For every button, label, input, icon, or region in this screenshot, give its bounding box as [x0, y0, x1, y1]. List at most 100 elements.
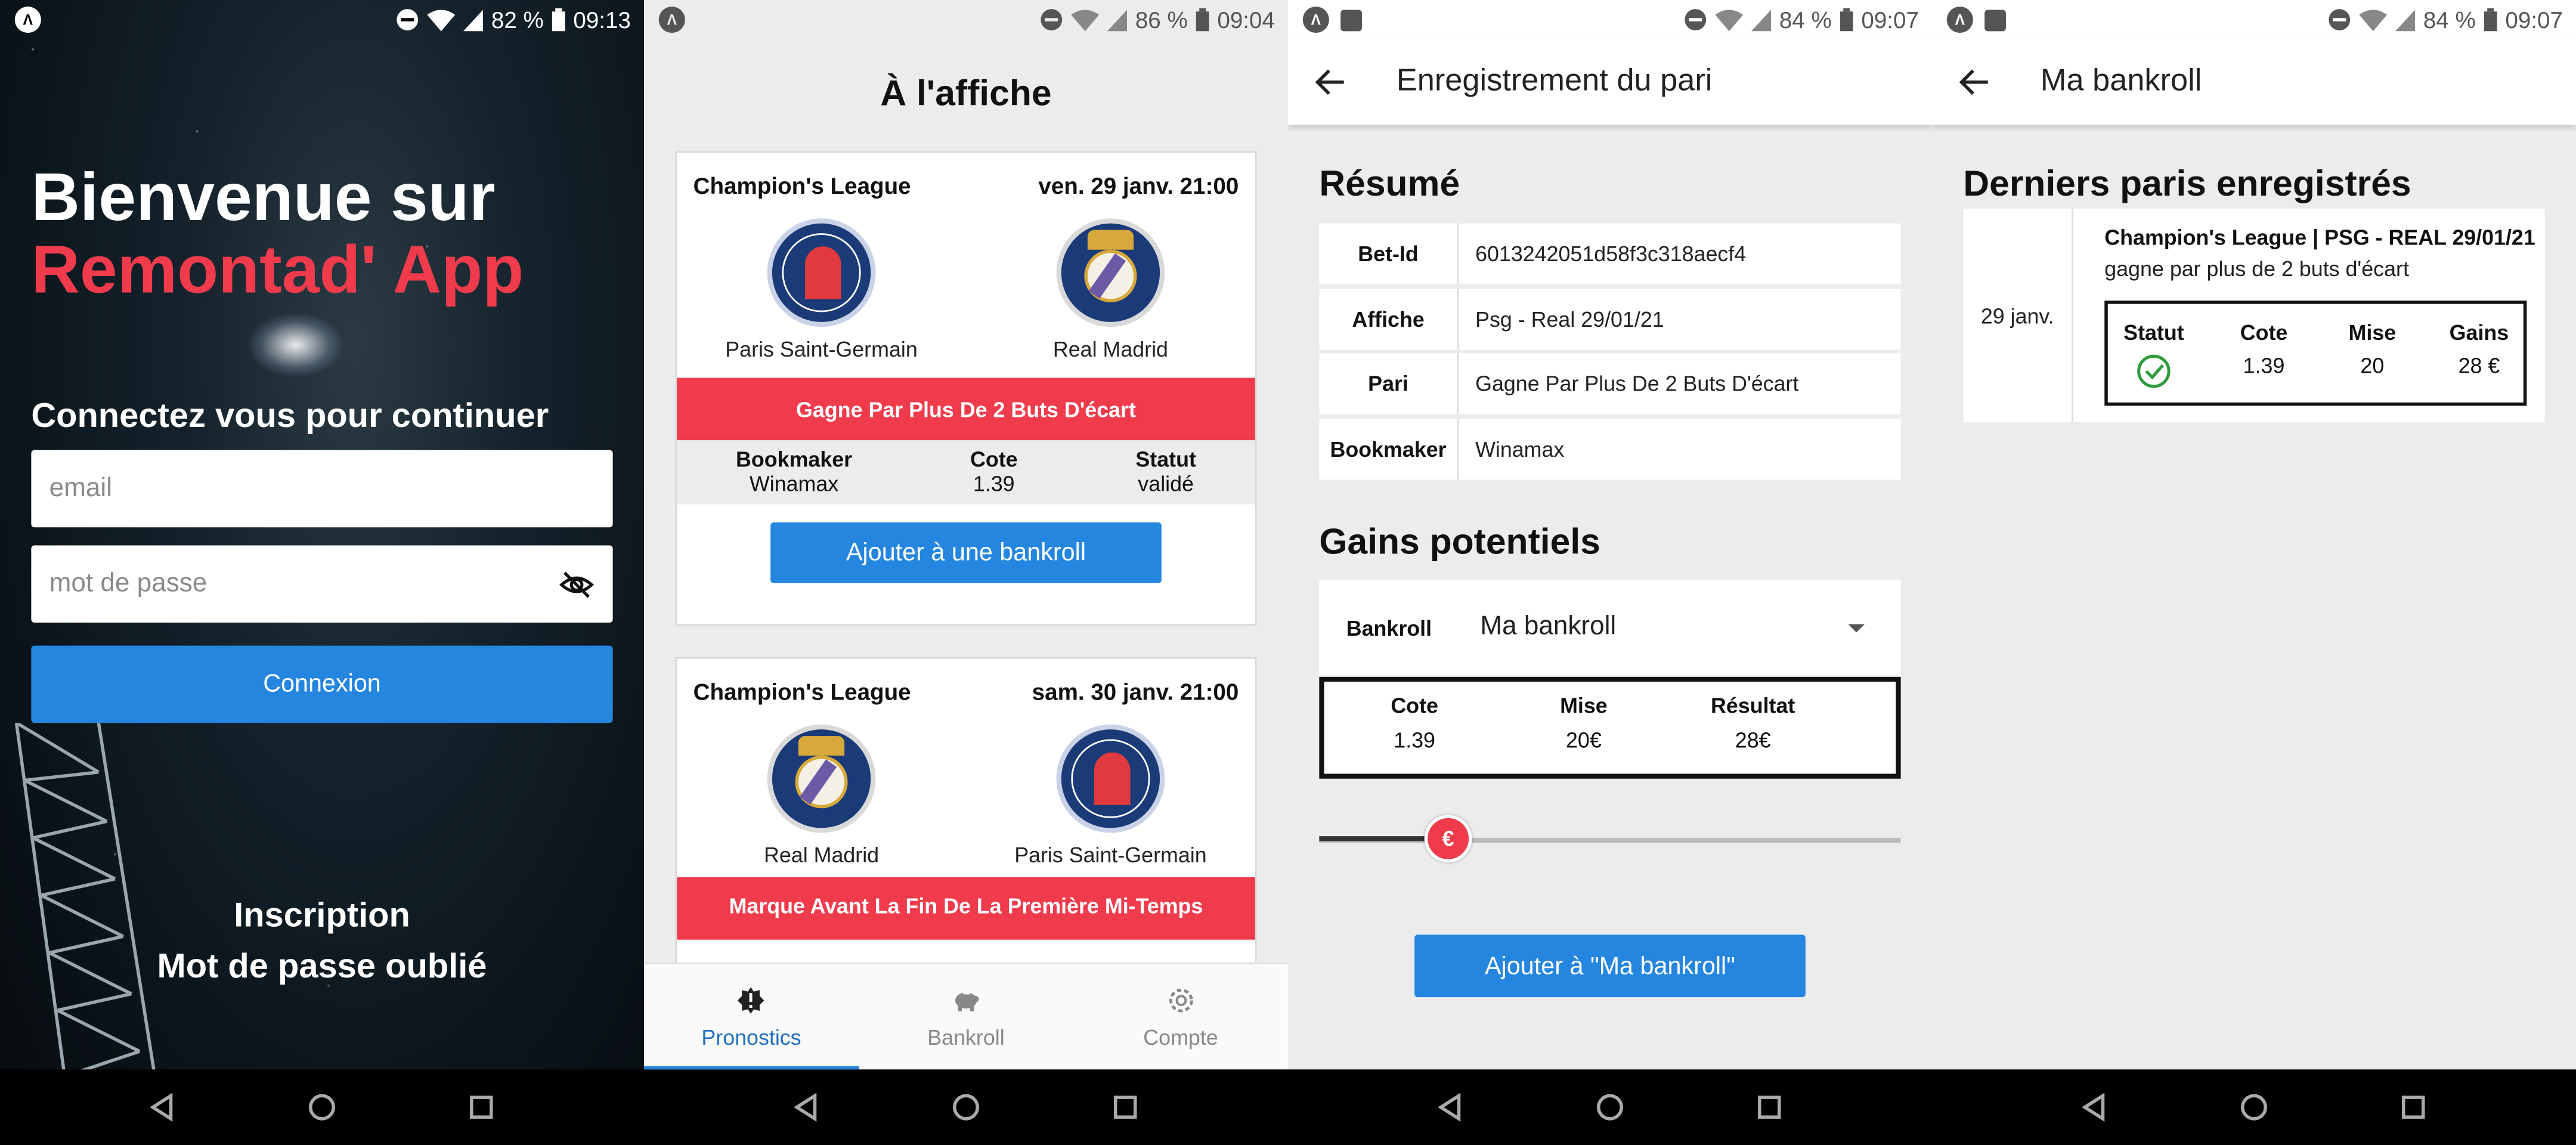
back-nav-icon[interactable]: [2079, 1093, 2109, 1122]
away-team: Paris Saint-Germain: [966, 724, 1255, 868]
status-bar: Λ 84 % 09:07: [1931, 0, 2576, 40]
battery-percent: 84 %: [2423, 7, 2476, 33]
wifi-icon: [1715, 9, 1744, 30]
battery-percent: 86 %: [1135, 7, 1188, 33]
statut-value: validé: [1138, 471, 1194, 496]
match-header: Champion's League ven. 29 janv. 21:00: [677, 153, 1255, 199]
gear-icon: [1169, 988, 1193, 1012]
match-card[interactable]: Champion's League sam. 30 janv. 21:00 Re…: [675, 657, 1257, 970]
cote-label: Cote: [970, 447, 1018, 472]
cote-value: 1.39: [2243, 353, 2285, 378]
password-input[interactable]: mot de passe: [31, 545, 613, 623]
bet-banner: Marque Avant La Fin De La Première Mi-Te…: [677, 877, 1255, 940]
bet-info: Bookmaker Winamax Cote 1.39 Statut validé: [677, 440, 1255, 505]
check-circle-icon: [2137, 354, 2171, 388]
back-arrow-icon[interactable]: [1958, 66, 1991, 98]
match-card[interactable]: Champion's League ven. 29 janv. 21:00 Pa…: [675, 151, 1257, 626]
recents-nav-icon[interactable]: [1755, 1093, 1785, 1122]
recents-nav-icon[interactable]: [2399, 1093, 2429, 1122]
mise-value: 20: [2360, 353, 2385, 378]
stake-slider[interactable]: €: [1319, 815, 1901, 863]
mise-label: Mise: [2348, 320, 2397, 345]
bankroll-select[interactable]: Bankroll Ma bankroll: [1319, 580, 1901, 676]
home-nav-icon[interactable]: [951, 1093, 981, 1122]
row-key: Affiche: [1319, 288, 1459, 349]
team-name: Paris Saint-Germain: [725, 336, 918, 362]
row-value: Psg - Real 29/01/21: [1475, 306, 1664, 332]
psg-crest-icon: [1056, 724, 1165, 833]
password-placeholder: mot de passe: [49, 569, 208, 598]
back-nav-icon[interactable]: [147, 1093, 177, 1122]
statut-col: Statut: [2108, 320, 2200, 394]
league-name: Champion's League: [693, 678, 911, 705]
row-value: Gagne Par Plus De 2 Buts D'écart: [1475, 371, 1799, 396]
alert-badge-icon: [738, 986, 765, 1013]
back-nav-icon[interactable]: [791, 1093, 821, 1122]
recent-bets-heading: Derniers paris enregistrés: [1963, 162, 2411, 204]
cote-label: Cote: [1391, 693, 1438, 718]
app-notification-icon: Λ: [14, 7, 41, 33]
login-screen: Λ 82 % 09:13 Bienvenue sur Remontad' App…: [0, 0, 644, 1145]
system-nav-bar: [643, 1069, 1288, 1145]
login-button[interactable]: Connexion: [31, 645, 613, 723]
cote-value: 1.39: [973, 471, 1015, 496]
bankroll-screen: Λ 84 % 09:07 Ma bankroll Derniers paris …: [1931, 0, 2576, 1145]
email-input[interactable]: email: [31, 450, 613, 528]
add-to-bankroll-button[interactable]: Ajouter à "Ma bankroll": [1414, 934, 1806, 998]
tab-label: Pronostics: [701, 1024, 801, 1049]
home-nav-icon[interactable]: [307, 1093, 337, 1122]
slider-thumb[interactable]: €: [1424, 815, 1472, 863]
back-arrow-icon[interactable]: [1314, 66, 1347, 98]
page-title: À l'affiche: [880, 72, 1052, 114]
home-nav-icon[interactable]: [2239, 1093, 2269, 1122]
wifi-icon: [1071, 9, 1100, 30]
app-name: Remontad' App: [31, 231, 524, 308]
bookmaker-value: Winamax: [749, 471, 839, 496]
potential-gains-box: Cote 1.39 Mise 20€ Résultat 28€: [1319, 676, 1901, 779]
eye-off-icon[interactable]: [559, 566, 595, 602]
tab-bankroll[interactable]: Bankroll: [859, 964, 1073, 1069]
away-team: Real Madrid: [966, 218, 1255, 361]
signup-link[interactable]: Inscription: [0, 897, 644, 936]
bet-entry[interactable]: 29 janv. Champion's League | PSG - REAL …: [1963, 208, 2545, 422]
statut-label: Statut: [1135, 447, 1196, 472]
resultat-col: Résultat 28€: [1695, 682, 1810, 752]
row-key: Bet-Id: [1319, 223, 1459, 284]
clock: 09:04: [1217, 7, 1275, 33]
dnd-icon: [1685, 9, 1707, 30]
recents-nav-icon[interactable]: [467, 1093, 497, 1122]
stadium-light: [246, 312, 345, 378]
real-madrid-crest-icon: [767, 724, 876, 833]
back-nav-icon[interactable]: [1435, 1093, 1465, 1122]
app-bar: Enregistrement du pari: [1287, 39, 1932, 125]
status-bar: Λ 86 % 09:04: [643, 0, 1288, 40]
mise-value: 20€: [1565, 728, 1602, 753]
resultat-label: Résultat: [1711, 693, 1795, 718]
dnd-icon: [1041, 9, 1063, 30]
summary-row: Affiche Psg - Real 29/01/21: [1319, 288, 1901, 349]
forgot-password-link[interactable]: Mot de passe oublié: [0, 948, 644, 987]
bottom-tab-bar: Pronostics Bankroll Compte: [643, 963, 1288, 1070]
dropdown-caret-icon: [1848, 623, 1865, 632]
wifi-icon: [2359, 9, 2388, 30]
match-header: Champion's League sam. 30 janv. 21:00: [677, 659, 1255, 705]
app-notification-icon: Λ: [658, 7, 685, 33]
team-name: Paris Saint-Germain: [1014, 843, 1207, 868]
bankroll-label: Bankroll: [1346, 615, 1432, 640]
recents-nav-icon[interactable]: [1111, 1093, 1141, 1122]
add-to-bankroll-button[interactable]: Ajouter à une bankroll: [770, 522, 1162, 583]
row-key: Pari: [1319, 353, 1459, 414]
home-nav-icon[interactable]: [1595, 1093, 1625, 1122]
app-bar: Ma bankroll: [1931, 39, 2576, 125]
tab-pronostics[interactable]: Pronostics: [643, 964, 859, 1070]
tab-label: Compte: [1143, 1024, 1218, 1049]
row-value: Winamax: [1475, 436, 1565, 461]
summary-row: Pari Gagne Par Plus De 2 Buts D'écart: [1319, 353, 1901, 414]
gains-col: Gains 28 €: [2433, 320, 2525, 377]
bet-date: 29 janv.: [1963, 208, 2073, 422]
welcome-title: Bienvenue sur Remontad' App: [31, 161, 524, 305]
bookmaker-cell: Bookmaker Winamax: [736, 447, 852, 496]
teams-row: Paris Saint-Germain Real Madrid: [677, 218, 1255, 361]
tab-compte[interactable]: Compte: [1073, 964, 1288, 1069]
wifi-icon: [427, 9, 456, 30]
